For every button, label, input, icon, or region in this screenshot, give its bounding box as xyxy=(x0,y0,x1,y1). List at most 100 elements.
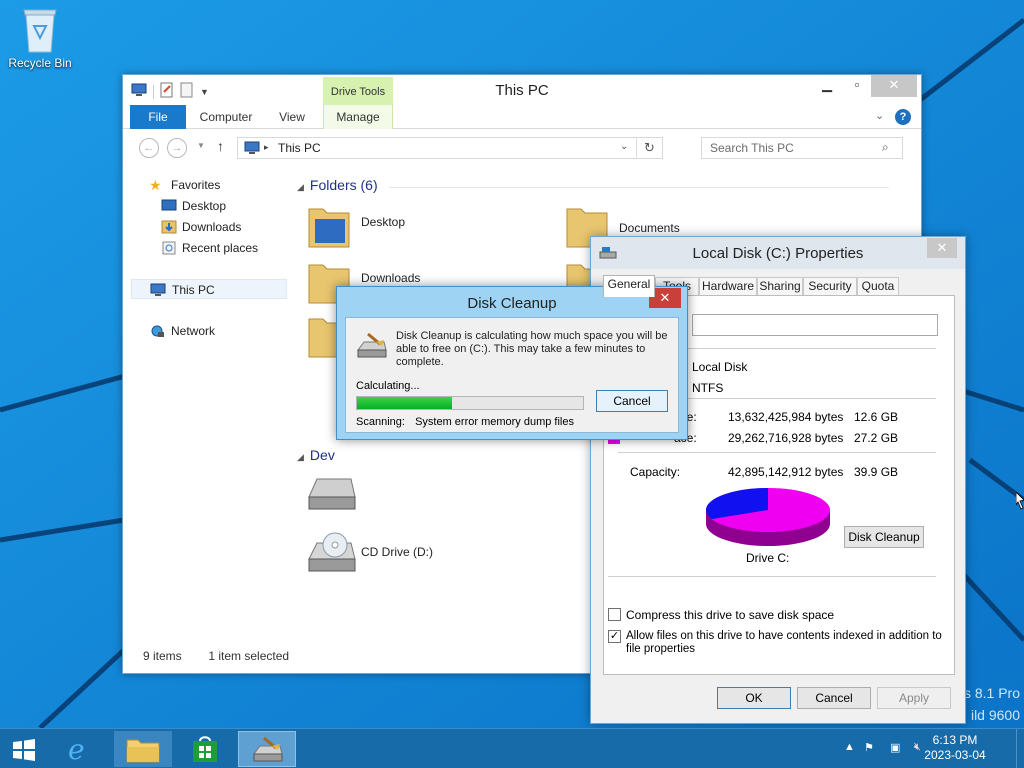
drive-type-value: Local Disk xyxy=(692,360,748,374)
show-desktop-button[interactable] xyxy=(1016,729,1024,768)
free-space-gb: 27.2 GB xyxy=(854,431,899,445)
hard-drive-icon xyxy=(308,478,356,510)
internet-explorer-icon: e xyxy=(68,733,85,766)
nav-recent-places-label: Recent places xyxy=(182,241,259,255)
address-bar[interactable]: ▸ This PC ⌄ ↻ xyxy=(237,137,663,159)
capacity-label: Capacity: xyxy=(630,465,681,479)
status-selection: 1 item selected xyxy=(208,649,290,663)
address-dropdown-icon[interactable]: ⌄ xyxy=(620,141,628,152)
ok-button[interactable]: OK xyxy=(717,687,791,709)
nav-downloads-label: Downloads xyxy=(182,220,242,234)
recent-locations-icon[interactable]: ▼ xyxy=(197,141,205,150)
up-button[interactable]: ↑ xyxy=(217,138,224,154)
drive-tile-cd[interactable]: CD Drive (D:) xyxy=(307,531,433,578)
drive-tile-local-disk[interactable] xyxy=(307,473,357,516)
start-button[interactable] xyxy=(0,731,50,767)
taskbar-ie[interactable]: e xyxy=(54,731,112,767)
help-icon[interactable]: ? xyxy=(895,109,911,125)
cancel-button[interactable]: Cancel xyxy=(797,687,871,709)
search-icon[interactable]: ⌕ xyxy=(882,140,889,155)
tab-quota[interactable]: Quota xyxy=(857,277,899,295)
forward-button[interactable]: → xyxy=(167,138,187,158)
status-bar: 9 items 1 item selected xyxy=(143,649,289,663)
action-center-flag-icon[interactable]: ⚑ xyxy=(864,741,874,754)
star-icon: ★ xyxy=(149,177,162,193)
taskbar-clock[interactable]: 6:13 PM 2023-03-04 xyxy=(918,733,992,763)
explorer-titlebar[interactable]: ▼ Drive Tools This PC ▁ ▫ ✕ xyxy=(123,75,921,105)
disk-cleanup-title: Disk Cleanup xyxy=(467,295,557,312)
recycle-bin-label: Recycle Bin xyxy=(8,56,72,70)
cleanup-cancel-button[interactable]: Cancel xyxy=(596,390,668,412)
tab-view[interactable]: View xyxy=(269,105,315,129)
taskbar-file-explorer[interactable] xyxy=(114,731,172,767)
disk-cleanup-icon xyxy=(253,736,283,762)
capacity-bytes: 42,895,142,912 bytes xyxy=(728,465,844,479)
nav-this-pc[interactable]: This PC xyxy=(131,279,287,299)
devices-group-header[interactable]: ◢ Dev xyxy=(297,447,335,463)
desktop-icon-recycle-bin[interactable]: Recycle Bin xyxy=(4,6,76,70)
network-status-icon[interactable]: ▣ xyxy=(890,741,900,754)
breadcrumb-separator-icon[interactable]: ▸ xyxy=(264,142,269,153)
disk-cleanup-message: Disk Cleanup is calculating how much spa… xyxy=(396,330,672,369)
ribbon-tabs: File Computer View Manage ⌄ ? xyxy=(123,105,921,129)
nav-network[interactable]: Network xyxy=(149,321,305,341)
taskbar-disk-cleanup[interactable] xyxy=(238,731,296,767)
clock-date: 2023-03-04 xyxy=(924,748,986,762)
search-placeholder: Search This PC xyxy=(710,141,794,155)
tab-security[interactable]: Security xyxy=(803,277,857,295)
disk-cleanup-message-line1: Disk Cleanup is calculating how much spa… xyxy=(396,330,668,342)
capacity-gb: 39.9 GB xyxy=(854,465,899,479)
cd-drive-icon xyxy=(308,532,356,572)
search-box[interactable]: Search This PC ⌕ xyxy=(701,137,903,159)
compress-label: Compress this drive to save disk space xyxy=(626,608,835,622)
disk-cleanup-message-line3: complete. xyxy=(396,356,444,368)
index-checkbox[interactable]: ✓ xyxy=(608,630,621,643)
this-pc-icon xyxy=(150,283,166,303)
back-button[interactable]: ← xyxy=(139,138,159,158)
disk-usage-pie xyxy=(705,488,830,546)
used-space-bytes: 13,632,425,984 bytes xyxy=(728,410,844,424)
nav-this-pc-label: This PC xyxy=(172,283,215,297)
nav-recent-places[interactable]: Recent places xyxy=(161,238,317,258)
apply-button[interactable]: Apply xyxy=(877,687,951,709)
downloads-icon xyxy=(161,220,177,240)
disk-cleanup-button[interactable]: Disk Cleanup xyxy=(844,526,924,548)
ribbon-expand-icon[interactable]: ⌄ xyxy=(875,109,884,122)
properties-title: Local Disk (C:) Properties xyxy=(692,245,864,262)
properties-close-button[interactable]: ✕ xyxy=(927,238,957,258)
compress-checkbox[interactable] xyxy=(608,608,621,621)
watermark-build: ild 9600 xyxy=(970,707,1020,723)
scanning-status: Scanning: System error memory dump files xyxy=(356,416,574,428)
tab-computer[interactable]: Computer xyxy=(193,105,259,129)
tab-sharing[interactable]: Sharing xyxy=(757,277,803,295)
status-item-count: 9 items xyxy=(143,649,182,663)
cleanup-progress-bar xyxy=(356,396,584,410)
nav-favorites[interactable]: ★ Favorites xyxy=(149,175,305,195)
close-button[interactable]: ✕ xyxy=(871,75,917,97)
address-row: ← → ▼ ↑ ▸ This PC ⌄ ↻ Search This PC ⌕ xyxy=(123,133,921,163)
minimize-button[interactable]: ▁ xyxy=(813,75,841,97)
clock-time: 6:13 PM xyxy=(932,733,978,747)
properties-titlebar[interactable]: Local Disk (C:) Properties ✕ xyxy=(591,237,965,269)
tab-manage[interactable]: Manage xyxy=(323,105,393,129)
folder-tile-documents-label: Documents xyxy=(619,221,680,235)
folder-tile-desktop-label: Desktop xyxy=(361,215,406,229)
maximize-button[interactable]: ▫ xyxy=(843,75,871,97)
explorer-title: This PC xyxy=(495,82,549,99)
tab-file[interactable]: File xyxy=(130,105,186,129)
show-hidden-icons-icon[interactable]: ▲ xyxy=(844,741,855,753)
address-computer-icon xyxy=(244,141,260,158)
taskbar-store[interactable] xyxy=(176,731,234,767)
nav-desktop[interactable]: Desktop xyxy=(161,196,317,216)
folder-tile-downloads-label: Downloads xyxy=(361,271,421,285)
scanning-label: Scanning: xyxy=(356,416,405,428)
tab-hardware[interactable]: Hardware xyxy=(699,277,757,295)
folders-group-header[interactable]: ◢ Folders (6) xyxy=(297,177,378,193)
nav-downloads[interactable]: Downloads xyxy=(161,217,317,237)
folder-tile-desktop[interactable]: Desktop xyxy=(307,201,405,252)
drive-name-input[interactable] xyxy=(692,314,938,336)
tab-general[interactable]: General xyxy=(603,275,655,297)
recent-places-icon xyxy=(161,241,177,261)
refresh-icon[interactable]: ↻ xyxy=(644,140,655,156)
free-space-bytes: 29,262,716,928 bytes xyxy=(728,431,844,445)
